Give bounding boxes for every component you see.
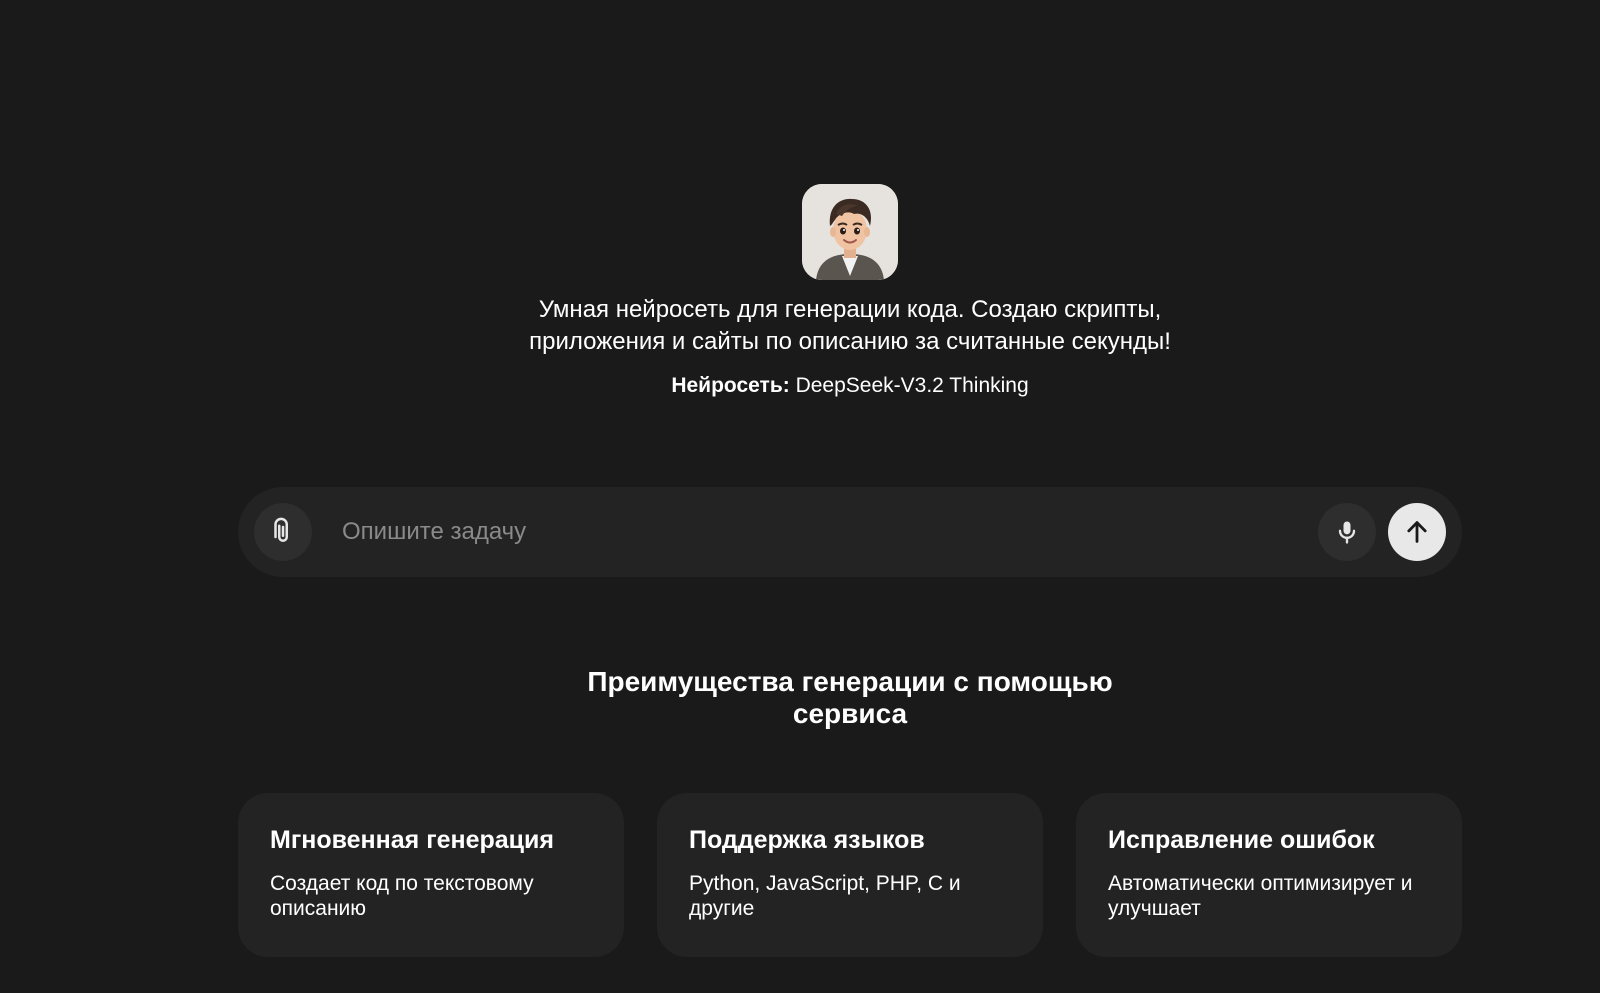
feature-card-description: Автоматически оптимизирует и улучшает [1108, 872, 1413, 920]
features-title-line-2: сервиса [792, 698, 908, 729]
feature-card-title: Исправление ошибок [1108, 826, 1375, 854]
tagline-line-1: Умная нейросеть для генерации кода. Созд… [538, 296, 1162, 323]
model-value: DeepSeek-V3.2 Thinking [789, 374, 1029, 397]
tagline-line-2: приложения и сайты по описанию за считан… [529, 328, 1171, 355]
feature-card-description: Python, JavaScript, PHP, C и другие [689, 872, 961, 920]
tagline: Умная нейросеть для генерации кода. Созд… [400, 294, 1300, 358]
send-button[interactable] [1388, 503, 1446, 561]
avatar [802, 184, 898, 280]
microphone-button[interactable] [1318, 503, 1376, 561]
prompt-input[interactable] [342, 509, 1282, 555]
page: Умная нейросеть для генерации кода. Созд… [0, 0, 1600, 993]
microphone-icon [1338, 521, 1356, 544]
feature-card-error-fixing: Исправление ошибок Автоматически оптимиз… [1076, 793, 1462, 957]
model-label: Нейросеть: [671, 374, 790, 397]
feature-card-language-support: Поддержка языков Python, JavaScript, PHP… [657, 793, 1043, 957]
arrow-up-icon [1407, 521, 1427, 543]
paperclip-icon [274, 517, 288, 542]
feature-cards: Мгновенная генерация Создает код по текс… [238, 793, 1462, 957]
features-title-line-1: Преимущества генерации с помощью [587, 666, 1113, 697]
feature-card-title: Поддержка языков [689, 826, 925, 854]
feature-card-instant-generation: Мгновенная генерация Создает код по текс… [238, 793, 624, 957]
model-info: Нейросеть: DeepSeek-V3.2 Thinking [400, 372, 1300, 400]
attach-button[interactable] [254, 503, 312, 561]
feature-card-title: Мгновенная генерация [270, 826, 555, 854]
feature-card-description: Создает код по текстовому описанию [270, 872, 534, 920]
features-title: Преимущества генерации с помощью сервиса [500, 666, 1200, 730]
cartoon-boy-avatar-icon [802, 184, 898, 280]
prompt-composer [238, 487, 1462, 577]
